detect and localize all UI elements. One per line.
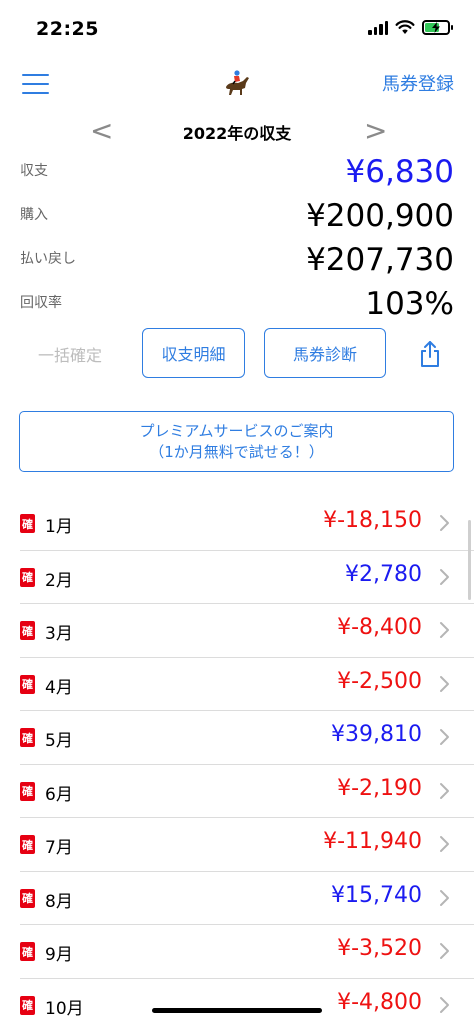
charging-bolt-icon — [432, 22, 440, 33]
month-amount: ¥15,740 — [331, 882, 422, 908]
month-row[interactable]: 確 2月 ¥2,780 — [0, 551, 474, 605]
confirmed-badge-icon: 確 — [20, 995, 35, 1015]
month-row[interactable]: 確 4月 ¥-2,500 — [0, 658, 474, 712]
summary-payout-row: 払い戻し ¥207,730 — [20, 240, 454, 284]
month-label: 6月 — [45, 784, 73, 805]
confirmed-badge-icon: 確 — [20, 674, 35, 694]
ticket-diagnosis-button[interactable]: 馬券診断 — [264, 328, 386, 378]
battery-icon — [422, 20, 453, 35]
month-row[interactable]: 確 1月 ¥-18,150 — [0, 497, 474, 551]
month-row[interactable]: 確 7月 ¥-11,940 — [0, 818, 474, 872]
chevron-right-icon — [440, 782, 449, 799]
month-amount: ¥-11,940 — [323, 829, 422, 854]
month-amount: ¥-18,150 — [323, 508, 422, 533]
chevron-right-icon — [440, 622, 449, 638]
month-label: 5月 — [45, 731, 73, 751]
month-label: 3月 — [45, 624, 73, 644]
register-ticket-button[interactable]: 馬券登録 — [382, 70, 454, 96]
payout-value: ¥207,730 — [306, 242, 454, 278]
month-row[interactable]: 確 3月 ¥-8,400 — [0, 604, 474, 658]
confirmed-badge-icon: 確 — [20, 942, 35, 961]
premium-service-button[interactable]: プレミアムサービスのご案内 （1か月無料で試せる！） — [19, 411, 454, 472]
chevron-right-icon — [440, 568, 449, 585]
month-label: 2月 — [45, 570, 73, 591]
month-label: 4月 — [45, 677, 73, 698]
purchase-label: 購入 — [20, 207, 48, 223]
month-label: 1月 — [45, 517, 73, 537]
month-row[interactable]: 確 6月 ¥-2,190 — [0, 765, 474, 819]
scroll-indicator[interactable] — [468, 520, 471, 600]
month-amount: ¥39,810 — [331, 722, 422, 747]
income-details-button[interactable]: 収支明細 — [142, 328, 245, 378]
payout-label: 払い戻し — [20, 251, 76, 267]
confirmed-badge-icon: 確 — [20, 835, 35, 854]
wifi-icon — [395, 20, 415, 34]
navigation-bar: 馬券登録 — [0, 62, 474, 108]
month-amount: ¥2,780 — [345, 561, 422, 587]
summary-balance-row: 収支 ¥6,830 — [20, 152, 454, 196]
year-title: 2022年の収支 — [182, 124, 292, 143]
year-header: < 2022年の収支 > — [0, 114, 474, 148]
status-icons — [368, 20, 453, 35]
next-year-button[interactable]: > — [364, 114, 387, 148]
chevron-right-icon — [440, 889, 449, 906]
month-label: 8月 — [45, 891, 73, 912]
confirmed-badge-icon: 確 — [20, 781, 35, 801]
premium-line-1: プレミアムサービスのご案内 — [139, 421, 334, 440]
month-label: 9月 — [45, 945, 73, 965]
summary-purchase-row: 購入 ¥200,900 — [20, 196, 454, 240]
confirmed-badge-icon: 確 — [20, 567, 35, 587]
chevron-right-icon — [440, 675, 449, 692]
return-rate-value: 103% — [365, 286, 454, 322]
month-row[interactable]: 確 8月 ¥15,740 — [0, 872, 474, 926]
chevron-right-icon — [440, 943, 449, 959]
summary-return-rate-row: 回収率 103% — [20, 284, 454, 328]
month-row[interactable]: 確 5月 ¥39,810 — [0, 711, 474, 765]
confirmed-badge-icon: 確 — [20, 514, 35, 533]
confirmed-badge-icon: 確 — [20, 621, 35, 640]
month-row[interactable]: 確 9月 ¥-3,520 — [0, 925, 474, 979]
hamburger-menu-icon[interactable] — [22, 74, 49, 94]
month-label: 7月 — [45, 838, 73, 858]
month-list: 確 1月 ¥-18,150 確 2月 ¥2,780 確 3月 ¥-8,400 確… — [0, 497, 474, 1024]
month-label: 10月 — [45, 998, 84, 1019]
chevron-right-icon — [440, 515, 449, 531]
month-amount: ¥-2,190 — [337, 775, 422, 801]
status-time: 22:25 — [36, 18, 99, 40]
action-row: 一括確定 収支明細 馬券診断 — [0, 328, 474, 378]
month-amount: ¥-4,800 — [337, 989, 422, 1015]
balance-value: ¥6,830 — [345, 154, 454, 190]
share-icon[interactable] — [418, 340, 442, 368]
month-amount: ¥-3,520 — [337, 936, 422, 961]
confirmed-badge-icon: 確 — [20, 728, 35, 747]
cellular-signal-icon — [368, 20, 388, 35]
month-amount: ¥-8,400 — [337, 615, 422, 640]
premium-line-2: （1か月無料で試せる！） — [149, 442, 324, 461]
status-bar: 22:25 — [0, 0, 474, 60]
balance-label: 収支 — [20, 163, 48, 179]
month-row[interactable]: 確 10月 ¥-4,800 — [0, 979, 474, 1024]
jockey-horse-icon — [226, 70, 249, 95]
purchase-value: ¥200,900 — [306, 198, 454, 234]
confirm-all-button[interactable]: 一括確定 — [38, 342, 102, 366]
chevron-right-icon — [440, 729, 449, 745]
return-rate-label: 回収率 — [20, 295, 62, 311]
chevron-right-icon — [440, 836, 449, 852]
chevron-right-icon — [440, 996, 449, 1013]
home-indicator[interactable] — [152, 1008, 322, 1013]
month-amount: ¥-2,500 — [337, 668, 422, 694]
confirmed-badge-icon: 確 — [20, 888, 35, 908]
